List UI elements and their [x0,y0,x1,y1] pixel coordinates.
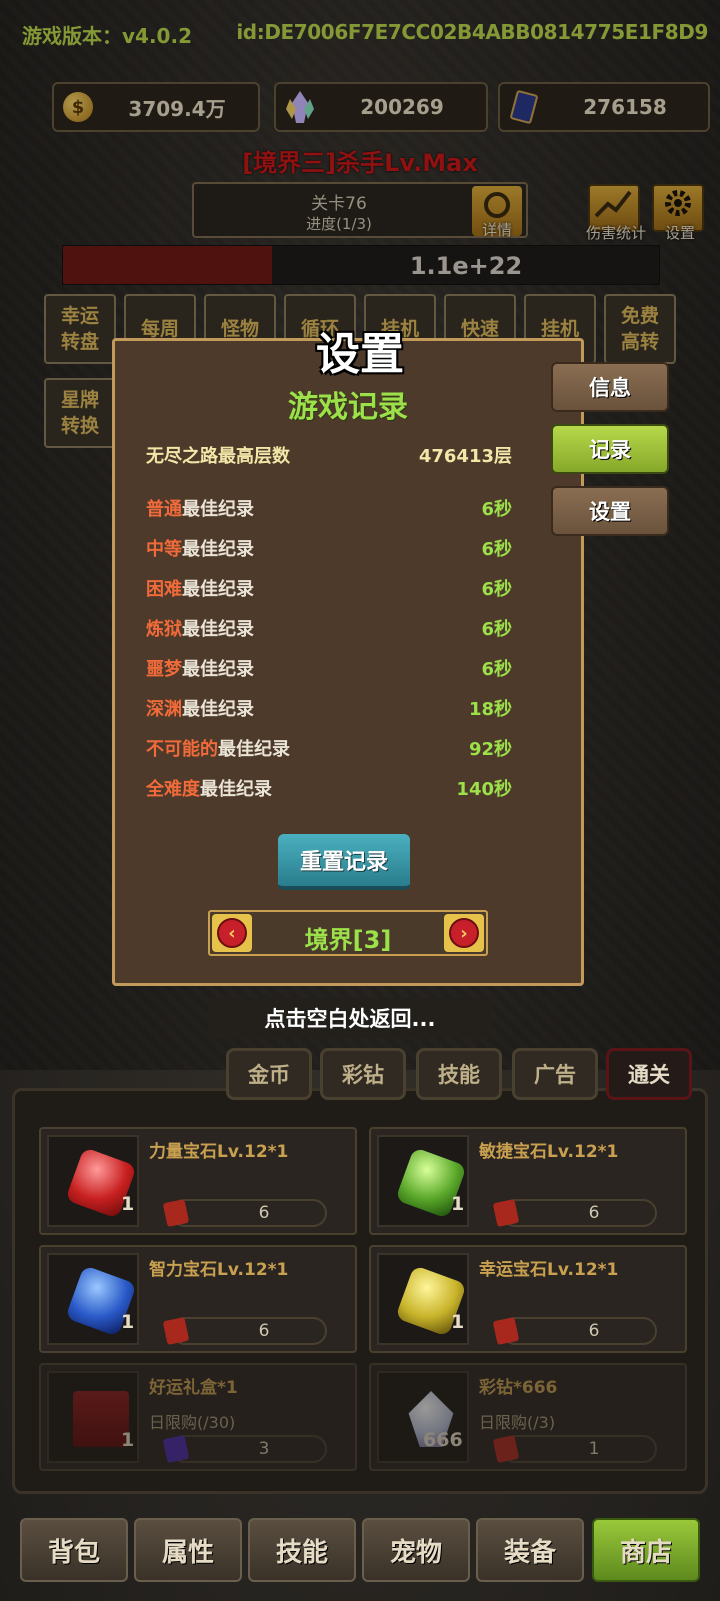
item-count: 1 [121,1429,135,1451]
best-record-label: 最佳纪录 [218,739,290,760]
dismiss-hint[interactable]: 点击空白处返回... [208,998,492,1038]
price-value: 6 [588,1321,600,1341]
tab-settings[interactable]: 设置 [551,486,669,536]
tab-clear[interactable]: 通关 [606,1048,692,1100]
record-row: 普通最佳纪录 [146,495,254,521]
record-row: 困难最佳纪录 [146,575,254,601]
record-time: 140秒 [456,779,512,800]
shop-item[interactable]: 1 好运礼盒*1 日限购(/30) 3 [39,1363,357,1471]
difficulty-name: 深渊 [146,699,182,720]
item-count: 1 [121,1193,135,1215]
tab-records[interactable]: 记录 [551,424,669,474]
record-time: 6秒 [481,579,512,600]
best-record-label: 最佳纪录 [182,699,254,720]
tab-info[interactable]: 信息 [551,362,669,412]
record-time: 18秒 [468,699,512,720]
record-row: 不可能的最佳纪录 [146,735,290,761]
ticket-icon [492,1316,520,1346]
shop-item[interactable]: 1 智力宝石Lv.12*1 6 [39,1245,357,1353]
difficulty-name: 全难度 [146,779,200,800]
record-row: 噩梦最佳纪录 [146,655,254,681]
tab-diamond[interactable]: 彩钻 [320,1048,406,1100]
record-time: 6秒 [481,499,512,520]
price-value: 6 [258,1203,270,1223]
nav-equipment[interactable]: 装备 [476,1518,584,1582]
price-button[interactable]: 6 [162,1316,327,1346]
item-count: 1 [451,1193,465,1215]
item-count: 1 [121,1311,135,1333]
ticket-icon [162,1198,190,1228]
best-record-label: 最佳纪录 [182,499,254,520]
price-button[interactable]: 6 [162,1198,327,1228]
difficulty-name: 困难 [146,579,182,600]
item-name: 力量宝石Lv.12*1 [149,1142,289,1162]
item-name: 敏捷宝石Lv.12*1 [479,1142,619,1162]
item-name: 智力宝石Lv.12*1 [149,1260,289,1280]
daily-limit: 日限购(/30) [149,1413,236,1432]
record-row: 炼狱最佳纪录 [146,615,254,641]
ticket-icon [492,1434,520,1464]
ticket-icon [492,1198,520,1228]
item-name: 好运礼盒*1 [149,1378,238,1398]
best-record-label: 最佳纪录 [182,619,254,640]
ticket-icon [162,1316,190,1346]
difficulty-name: 炼狱 [146,619,182,640]
realm-selector: ‹ 境界[3] › [208,910,488,956]
shop-item[interactable]: 1 幸运宝石Lv.12*1 6 [369,1245,687,1353]
difficulty-name: 普通 [146,499,182,520]
nav-backpack[interactable]: 背包 [20,1518,128,1582]
item-name: 幸运宝石Lv.12*1 [479,1260,619,1280]
shop-item[interactable]: 666 彩钻*666 日限购(/3) 1 [369,1363,687,1471]
shop-panel: 1 力量宝石Lv.12*1 6 1 敏捷宝石Lv.12*1 6 1 智力宝石Lv… [12,1088,708,1494]
price-value: 1 [588,1439,600,1459]
record-time: 6秒 [481,659,512,680]
next-realm-button[interactable]: › [444,914,484,952]
item-name: 彩钻*666 [479,1378,558,1398]
best-record-label: 最佳纪录 [200,779,272,800]
price-value: 6 [258,1321,270,1341]
best-record-label: 最佳纪录 [182,539,254,560]
record-row: 深渊最佳纪录 [146,695,254,721]
reset-records-button[interactable]: 重置记录 [278,834,410,890]
nav-attributes[interactable]: 属性 [134,1518,242,1582]
price-value: 3 [258,1439,270,1459]
difficulty-name: 中等 [146,539,182,560]
item-count: 1 [451,1311,465,1333]
shop-item[interactable]: 1 力量宝石Lv.12*1 6 [39,1127,357,1235]
price-value: 6 [588,1203,600,1223]
record-time: 92秒 [468,739,512,760]
best-record-label: 最佳纪录 [182,659,254,680]
tab-skill[interactable]: 技能 [416,1048,502,1100]
endless-value: 476413层 [418,446,512,467]
nav-skills[interactable]: 技能 [248,1518,356,1582]
endless-label: 无尽之路最高层数 [146,446,290,467]
section-title: 游戏记录 [288,390,408,425]
price-button[interactable]: 6 [492,1316,657,1346]
best-record-label: 最佳纪录 [182,579,254,600]
price-button[interactable]: 3 [162,1434,327,1464]
price-button[interactable]: 1 [492,1434,657,1464]
difficulty-name: 噩梦 [146,659,182,680]
diamond-ticket-icon [162,1434,190,1464]
tab-ads[interactable]: 广告 [512,1048,598,1100]
record-time: 6秒 [481,539,512,560]
difficulty-name: 不可能的 [146,739,218,760]
price-button[interactable]: 6 [492,1198,657,1228]
record-time: 6秒 [481,619,512,640]
record-row: 全难度最佳纪录 [146,775,272,801]
tab-gold[interactable]: 金币 [226,1048,312,1100]
shop-item[interactable]: 1 敏捷宝石Lv.12*1 6 [369,1127,687,1235]
record-row: 中等最佳纪录 [146,535,254,561]
nav-pets[interactable]: 宠物 [362,1518,470,1582]
nav-shop[interactable]: 商店 [592,1518,700,1582]
daily-limit: 日限购(/3) [479,1413,556,1432]
item-count: 666 [423,1429,463,1451]
chevron-right-icon: › [449,918,479,948]
